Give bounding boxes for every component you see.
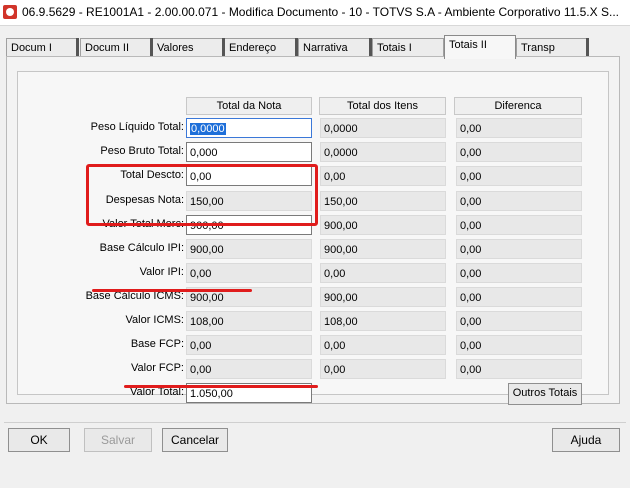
base-ipi-itens-field: 900,00	[320, 239, 446, 259]
ok-button[interactable]: OK	[8, 428, 70, 452]
tab-divider	[295, 38, 298, 57]
valor-icms-dif-field: 0,00	[456, 311, 582, 331]
valor-fcp-itens-field: 0,00	[320, 359, 446, 379]
valor-ipi-dif-field: 0,00	[456, 263, 582, 283]
valor-fcp-nota-field: 0,00	[186, 359, 312, 379]
despesas-itens-field: 150,00	[320, 191, 446, 211]
tab-valores[interactable]: Valores	[152, 38, 224, 58]
label-peso-liquido: Peso Líquido Total:	[90, 121, 184, 133]
valor-total-merc-itens-field: 900,00	[320, 215, 446, 235]
cancelar-button[interactable]: Cancelar	[162, 428, 228, 452]
window-title: 06.9.5629 - RE1001A1 - 2.00.00.071 - Mod…	[22, 5, 619, 19]
tab-divider	[586, 38, 589, 57]
label-valor-ipi: Valor IPI:	[139, 266, 184, 278]
base-fcp-itens-field: 0,00	[320, 335, 446, 355]
highlight-box	[86, 164, 318, 226]
label-base-fcp: Base FCP:	[130, 338, 184, 350]
tab-divider	[222, 38, 225, 57]
total-descto-itens-field: 0,00	[320, 166, 446, 186]
tab-transp[interactable]: Transp	[516, 38, 588, 58]
valor-ipi-nota-field: 0,00	[186, 263, 312, 283]
underline-mark	[92, 289, 252, 292]
label-base-calculo-ipi: Base Cálculo IPI:	[99, 242, 184, 254]
ajuda-button[interactable]: Ajuda	[552, 428, 620, 452]
label-valor-fcp: Valor FCP:	[131, 362, 184, 374]
tab-narrativa[interactable]: Narrativa	[298, 38, 370, 58]
valor-icms-nota-field: 108,00	[186, 311, 312, 331]
tab-docum-i[interactable]: Docum I	[6, 38, 78, 58]
title-bar: 06.9.5629 - RE1001A1 - 2.00.00.071 - Mod…	[0, 0, 630, 26]
base-fcp-nota-field: 0,00	[186, 335, 312, 355]
valor-icms-itens-field: 108,00	[320, 311, 446, 331]
label-peso-bruto: Peso Bruto Total:	[100, 145, 184, 157]
column-header-total-nota: Total da Nota	[186, 97, 312, 115]
totals-group: Total da Nota Total dos Itens Diferenca …	[17, 71, 609, 405]
outros-totais-button[interactable]: Outros Totais	[508, 383, 582, 405]
totais-ii-panel: Total da Nota Total dos Itens Diferenca …	[6, 56, 620, 405]
tab-strip: Docum I Docum II Valores Endereço Narrat…	[6, 35, 626, 59]
tab-divider	[76, 38, 79, 57]
peso-bruto-dif-field: 0,00	[456, 142, 582, 162]
tab-totais-i[interactable]: Totais I	[372, 38, 444, 58]
valor-ipi-itens-field: 0,00	[320, 263, 446, 283]
salvar-button[interactable]: Salvar	[84, 428, 152, 452]
tab-endereco[interactable]: Endereço	[224, 38, 296, 58]
underline-mark	[124, 385, 318, 388]
tab-divider	[150, 38, 153, 57]
base-icms-itens-field: 900,00	[320, 287, 446, 307]
tab-totais-ii[interactable]: Totais II	[444, 35, 516, 59]
tab-divider	[369, 38, 372, 57]
despesas-dif-field: 0,00	[456, 191, 582, 211]
peso-liquido-dif-field: 0,00	[456, 118, 582, 138]
peso-bruto-nota-input[interactable]: 0,000	[186, 142, 312, 162]
valor-fcp-dif-field: 0,00	[456, 359, 582, 379]
column-header-diferenca: Diferenca	[454, 97, 582, 115]
column-header-total-itens: Total dos Itens	[319, 97, 446, 115]
base-ipi-dif-field: 0,00	[456, 239, 582, 259]
document-window: Docum I Docum II Valores Endereço Narrat…	[0, 26, 630, 488]
base-fcp-dif-field: 0,00	[456, 335, 582, 355]
peso-liquido-nota-input[interactable]: 0,0000	[186, 118, 312, 138]
peso-liquido-itens-field: 0,0000	[320, 118, 446, 138]
peso-bruto-itens-field: 0,0000	[320, 142, 446, 162]
app-icon	[3, 5, 17, 19]
label-valor-icms: Valor ICMS:	[125, 314, 184, 326]
tab-docum-ii[interactable]: Docum II	[80, 38, 152, 58]
base-ipi-nota-field: 900,00	[186, 239, 312, 259]
valor-total-merc-dif-field: 0,00	[456, 215, 582, 235]
total-descto-dif-field: 0,00	[456, 166, 582, 186]
base-icms-dif-field: 0,00	[456, 287, 582, 307]
